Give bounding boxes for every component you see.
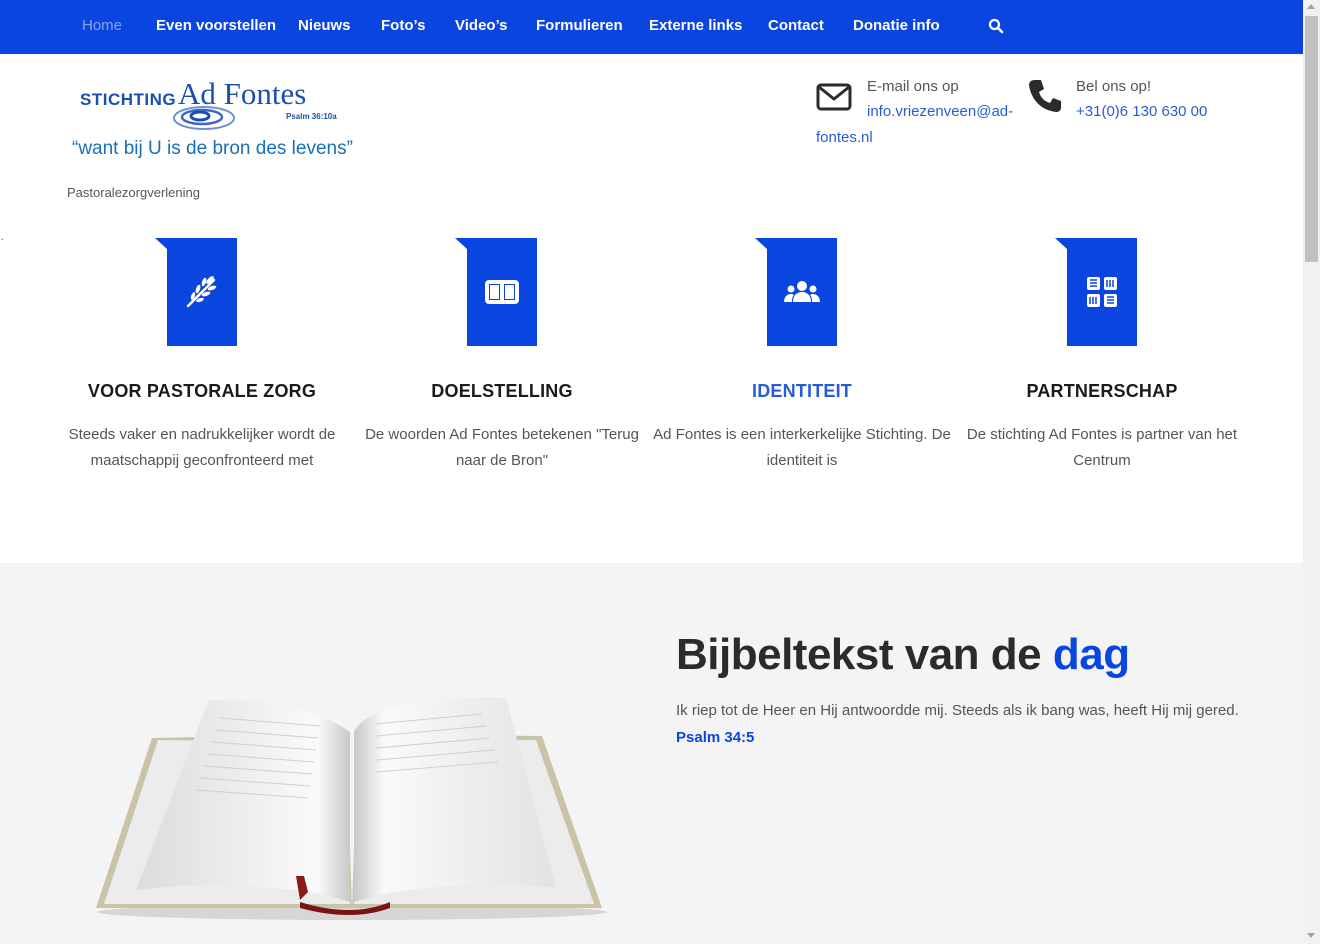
feature-text: Ad Fontes is een interkerkelijke Stichti… <box>653 426 951 469</box>
nav-item-formulieren[interactable]: Formulieren <box>536 17 623 34</box>
people-group-icon <box>784 281 820 302</box>
nav-item-donatie-info[interactable]: Donatie info <box>853 17 940 34</box>
search-icon[interactable] <box>988 18 1004 34</box>
bible-verse-reference[interactable]: Psalm 34:5 <box>676 729 754 746</box>
open-book-image <box>96 697 607 920</box>
nav-item-nieuws[interactable]: Nieuws <box>298 17 351 34</box>
feature-badge <box>467 238 537 346</box>
nav-item-externe-links[interactable]: Externe links <box>649 17 742 34</box>
feature-badge <box>1067 238 1137 346</box>
phone-label: Bel ons op! <box>1076 78 1152 95</box>
feature-badge <box>767 238 837 346</box>
site-tagline: Pastoralezorgverlening <box>67 185 200 200</box>
scroll-down-arrow-icon[interactable] <box>1307 933 1315 938</box>
phone-link[interactable]: +31(0)6 130 630 00 <box>1076 99 1207 125</box>
bible-verse-text: Ik riep tot de Heer en Hij antwoordde mi… <box>676 702 1239 719</box>
nav-item-videos[interactable]: Video’s <box>455 17 508 34</box>
feature-title[interactable]: DOELSTELLING <box>352 381 652 402</box>
feature-title[interactable]: PARTNERSCHAP <box>952 381 1252 402</box>
nav-item-contact[interactable]: Contact <box>768 17 824 34</box>
feature-text: De stichting Ad Fontes is partner van he… <box>966 426 1238 469</box>
feature-text: Steeds vaker en nadrukkelijker wordt de … <box>68 426 336 469</box>
hands-together-icon <box>1087 277 1117 307</box>
site-logo[interactable]: STICHTING Ad Fontes Psalm 36:10a “want b… <box>68 76 368 166</box>
logo-psalm-text: Psalm 36:10a <box>286 112 337 121</box>
open-book-icon <box>485 280 519 304</box>
feature-text: De woorden Ad Fontes betekenen "Terug na… <box>365 426 639 469</box>
feature-title[interactable]: VOOR PASTORALE ZORG <box>52 381 352 402</box>
phone-icon <box>1027 78 1063 119</box>
feature-title[interactable]: IDENTITEIT <box>652 381 952 402</box>
olive-branch-icon <box>186 276 217 308</box>
email-label: E-mail ons op <box>867 78 959 95</box>
scrollbar-thumb[interactable] <box>1305 16 1318 262</box>
email-link[interactable]: info.vriezenveen@ad-fontes.nl <box>816 99 1016 151</box>
nav-item-fotos[interactable]: Foto’s <box>381 17 425 34</box>
logo-swirl-icon <box>173 106 235 130</box>
nav-item-home[interactable]: Home <box>82 17 122 34</box>
stray-dot: . <box>1 232 4 243</box>
bible-section-title: Bijbeltekst van de dag <box>676 630 1130 680</box>
scroll-up-arrow-icon[interactable] <box>1307 4 1315 9</box>
bible-title-accent: dag <box>1052 630 1130 679</box>
main-navigation: Home Even voorstellen Nieuws Foto’s Vide… <box>0 0 1303 54</box>
nav-item-even-voorstellen[interactable]: Even voorstellen <box>156 17 276 34</box>
bible-title-main: Bijbeltekst van de <box>676 630 1042 679</box>
logo-motto-text: “want bij U is de bron des levens” <box>72 138 353 159</box>
logo-stichting-text: STICHTING <box>80 90 177 109</box>
feature-badge <box>167 238 237 346</box>
